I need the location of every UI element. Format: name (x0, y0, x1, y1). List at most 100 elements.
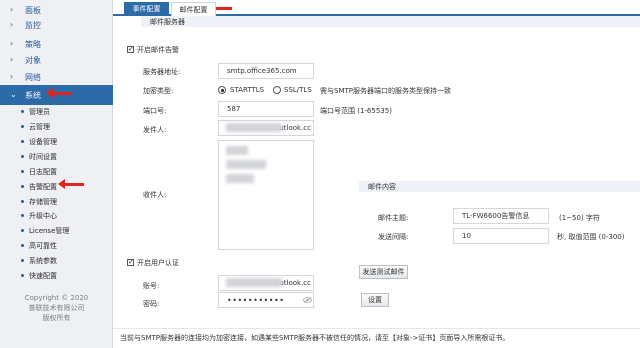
chevron-right-icon: › (10, 39, 14, 48)
copyright-line: Copyright © 2020 (24, 294, 89, 302)
sidebar-item-network[interactable]: › 网络 (0, 67, 113, 87)
chevron-right-icon: › (10, 55, 14, 64)
sidebar-item-system[interactable]: ⌄ 系统 (0, 85, 113, 105)
bullet-icon (21, 140, 24, 143)
company-name: 普联技术有限公司 (28, 304, 85, 312)
subject-label: 邮件主题: (378, 214, 409, 222)
sidebar-subitem-log[interactable]: 日志配置 (0, 164, 113, 179)
sidebar-item-monitor[interactable]: › 监控 (0, 15, 113, 35)
bullet-icon (21, 214, 24, 217)
bullet-icon (21, 244, 24, 247)
eye-slash-icon[interactable] (303, 297, 312, 303)
ssl-tls-label: SSL/TLS (284, 86, 312, 94)
starttls-radio[interactable] (218, 86, 226, 94)
sidebar-subitem-time[interactable]: 时间设置 (0, 149, 113, 164)
sidebar-subitem-params[interactable]: 系统参数 (0, 253, 113, 268)
chevron-right-icon: › (10, 20, 14, 29)
redacted-block (226, 278, 282, 287)
bullet-icon (21, 155, 24, 158)
sidebar-item-label: 面板 (25, 5, 41, 15)
sidebar-subitem-upgrade[interactable]: 升级中心 (0, 208, 113, 223)
password-input[interactable]: ••••••••••• (218, 292, 314, 308)
sidebar-subitem-device[interactable]: 设备管理 (0, 134, 113, 149)
account-label: 账号: (143, 282, 160, 290)
port-hint: 端口号范围 (1-65535) (320, 107, 392, 115)
sidebar-item-label: 策略 (25, 39, 41, 49)
sidebar-subitem-license[interactable]: License管理 (0, 223, 113, 238)
bullet-icon (21, 229, 24, 232)
port-input[interactable]: 587 (218, 101, 314, 117)
chevron-right-icon: › (10, 72, 14, 81)
tab-mail-config[interactable]: 邮件配置 (171, 2, 216, 16)
bullet-icon (21, 259, 24, 262)
password-value: ••••••••••• (227, 295, 285, 305)
chevron-down-icon: ⌄ (10, 90, 17, 99)
annotation-arrow-icon (58, 179, 84, 189)
encryption-type-label: 加密类型: (143, 87, 174, 95)
sender-label: 发件人: (143, 126, 167, 134)
encryption-hint: 需与SMTP服务器端口的服务类型保持一致 (320, 87, 451, 95)
sidebar-subitem-label: 升级中心 (29, 211, 57, 220)
interval-label: 发送间隔: (378, 233, 409, 241)
rights-reserved: 版权所有 (42, 314, 71, 322)
sidebar-item-label: 对象 (25, 55, 41, 65)
sidebar-subitem-label: 设备管理 (29, 137, 57, 146)
sidebar-subitem-admin[interactable]: 管理员 (0, 104, 113, 119)
server-address-input[interactable]: smtp.office365.com (218, 63, 314, 79)
port-label: 端口号: (143, 107, 167, 115)
password-label: 密码: (143, 300, 160, 308)
sidebar-subitem-label: 存储管理 (29, 197, 57, 206)
sidebar-subitem-label: 管理员 (29, 107, 50, 116)
bullet-icon (21, 170, 24, 173)
tab-event-config[interactable]: 事件配置 (124, 2, 169, 16)
sidebar-subitem-alarm[interactable]: 告警配置 (0, 179, 113, 194)
divider (113, 328, 640, 329)
sidebar-subitem-label: 告警配置 (29, 182, 57, 191)
bullet-icon (21, 125, 24, 128)
apply-button[interactable]: 设置 (361, 293, 389, 307)
enable-mail-alarm-checkbox[interactable]: ✓ (127, 46, 134, 53)
subject-input[interactable]: TL-FW6600告警信息 (453, 208, 549, 224)
sidebar-item-label: 网络 (25, 72, 41, 82)
server-address-label: 服务器地址: (143, 68, 181, 76)
sidebar: › 面板 › 监控 › 策略 › 对象 › 网络 ⌄ 系统 管理员 云管理 设备… (0, 0, 113, 348)
annotation-arrow-icon (46, 88, 71, 98)
redacted-block (226, 123, 282, 132)
sidebar-subitem-label: 云管理 (29, 122, 50, 131)
sidebar-subitem-ha[interactable]: 高可靠性 (0, 238, 113, 253)
subject-hint: (1~50) 字符 (559, 214, 600, 222)
interval-hint: 秒, 取值范围 (0-300) (557, 233, 625, 241)
sidebar-subitem-label: 系统参数 (29, 256, 57, 265)
sidebar-subitem-label: 快速配置 (29, 271, 57, 280)
sidebar-item-label: 系统 (25, 90, 41, 100)
starttls-label: STARTTLS (230, 86, 265, 94)
bullet-icon (21, 185, 24, 188)
recipient-textarea[interactable] (218, 140, 314, 250)
sidebar-subitem-label: 高可靠性 (29, 241, 57, 250)
enable-auth-checkbox[interactable]: ✓ (127, 259, 134, 266)
sidebar-subitem-storage[interactable]: 存储管理 (0, 194, 113, 209)
redacted-block (226, 146, 248, 155)
sidebar-subitem-label: 时间设置 (29, 152, 57, 161)
chevron-right-icon: › (10, 5, 14, 14)
sidebar-subitem-cloud[interactable]: 云管理 (0, 119, 113, 134)
bullet-icon (21, 200, 24, 203)
sidebar-item-label: 监控 (25, 20, 41, 30)
sidebar-subitem-quick[interactable]: 快速配置 (0, 268, 113, 283)
copyright: Copyright © 2020 普联技术有限公司 版权所有 (0, 293, 113, 323)
bullet-icon (21, 274, 24, 277)
sidebar-subitem-label: 日志配置 (29, 167, 57, 176)
interval-input[interactable]: 10 (453, 228, 549, 244)
redacted-block (226, 160, 266, 169)
section-title-mail-content: 邮件内容 (359, 181, 640, 192)
send-test-mail-button[interactable]: 发送测试邮件 (359, 265, 408, 279)
sidebar-subitem-label: License管理 (29, 226, 70, 235)
redacted-block (226, 174, 254, 183)
notice-text: 当前与SMTP服务器的连接均为加密连接，如遇某些SMTP服务器不被信任的情况，请… (120, 334, 510, 342)
bullet-icon (21, 110, 24, 113)
enable-mail-alarm-label: 开启邮件告警 (137, 46, 179, 54)
ssl-tls-radio[interactable] (273, 86, 281, 94)
section-title-mail-server: 邮件服务器 (141, 16, 640, 27)
recipient-label: 收件人: (143, 191, 167, 199)
enable-auth-label: 开启用户认证 (137, 259, 179, 267)
